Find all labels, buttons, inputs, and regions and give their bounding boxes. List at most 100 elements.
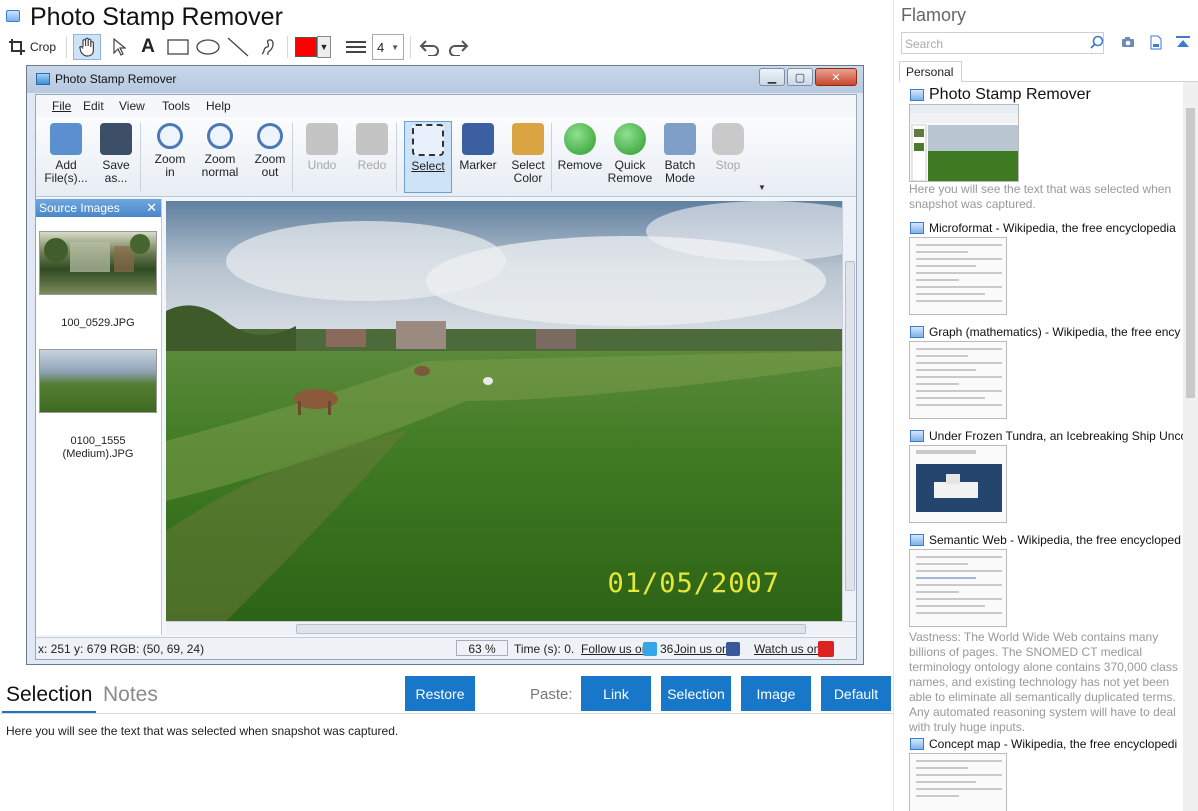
crop-label: Crop [29, 40, 56, 54]
color-swatch [295, 37, 317, 57]
tab-selection[interactable]: Selection [6, 683, 92, 707]
ribbon-button-label: Select [411, 159, 445, 173]
ribbon-button[interactable]: Redo [348, 121, 396, 193]
line-tool-button[interactable] [225, 34, 251, 60]
twitter-icon [643, 642, 657, 656]
search-input[interactable]: Search [901, 32, 1104, 54]
paste-selection-button[interactable]: Selection [661, 676, 731, 711]
paste-link-button[interactable]: Link [581, 676, 651, 711]
ribbon-button[interactable]: Remove [556, 121, 604, 193]
ribbon-button-label: Select Color [511, 158, 545, 185]
captured-screenshot[interactable]: Photo Stamp Remover ▁ ▢ ✕ File Edit View… [26, 65, 864, 665]
ribbon-button-label: Quick Remove [607, 158, 653, 185]
freehand-tool-button[interactable] [255, 34, 281, 60]
ribbon-button-label: Undo [307, 158, 337, 172]
item-thumbnail [909, 753, 1007, 811]
snapshot-icon [910, 326, 924, 338]
ribbon-button[interactable]: Stop [704, 121, 752, 193]
close-icon: ✕ [815, 68, 857, 86]
ribbon-button-label: Redo [357, 158, 387, 172]
ribbon-button[interactable]: Batch Mode [656, 121, 704, 193]
item-thumbnail [909, 445, 1007, 523]
hand-icon [79, 37, 94, 57]
source-thumbnail [39, 231, 157, 295]
save-icon [100, 123, 132, 155]
landscape-photo [166, 201, 842, 621]
menu-file: File [52, 99, 72, 113]
search-icon[interactable] [1090, 35, 1104, 49]
ribbon-button[interactable]: Zoom out [246, 121, 294, 193]
collapse-top-icon[interactable] [1175, 35, 1191, 51]
sidebar-scrollbar[interactable] [1183, 82, 1198, 811]
photo-canvas[interactable]: 01/05/2007 [166, 201, 842, 621]
color-picker[interactable]: ▼ [293, 34, 333, 60]
ribbon-button[interactable]: Quick Remove [606, 121, 654, 193]
item-title: Photo Stamp Remover [929, 86, 1091, 103]
crop-button[interactable]: Crop [6, 34, 58, 60]
horizontal-scrollbar[interactable] [166, 621, 856, 635]
redo-button[interactable] [446, 34, 472, 60]
hand-tool-button[interactable] [73, 34, 101, 60]
ribbon-button[interactable]: Zoom normal [196, 121, 244, 193]
source-images-title: Source Images [39, 201, 120, 215]
snapshot-editor: Photo Stamp Remover Crop A ▼ 4 ▼ Photo S… [0, 0, 893, 811]
menu-view: View [119, 99, 145, 113]
camera-icon[interactable] [1120, 35, 1136, 51]
item-title: Semantic Web - Wikipedia, the free encyc… [929, 533, 1181, 547]
snapshot-icon [6, 10, 20, 22]
redo-icon [356, 123, 388, 155]
item-description: Here you will see the text that was sele… [909, 182, 1172, 211]
source-thumbnail [39, 349, 157, 413]
rectangle-tool-button[interactable] [165, 34, 191, 60]
line-width-value: 4 [377, 39, 385, 55]
ribbon-button-label: Save as... [102, 158, 130, 185]
item-title: Microformat - Wikipedia, the free encycl… [929, 221, 1176, 235]
line-width-select[interactable]: 4 ▼ [372, 34, 404, 60]
pointer-icon [113, 38, 126, 56]
menu-bar: File Edit View Tools Help [36, 95, 856, 117]
text-tool-button[interactable]: A [136, 34, 160, 60]
search-placeholder: Search [905, 37, 944, 51]
selection-text[interactable]: Here you will see the text that was sele… [6, 724, 398, 738]
redo-icon [449, 40, 469, 56]
ribbon-button[interactable]: Save as... [92, 121, 140, 193]
ribbon-button[interactable]: Add File(s)... [42, 121, 90, 193]
facebook-icon [726, 642, 740, 656]
chevron-down-icon: ▼ [391, 42, 399, 52]
item-title: Graph (mathematics) - Wikipedia, the fre… [929, 325, 1181, 339]
ribbon-button[interactable]: Marker [454, 121, 502, 193]
ribbon-button-label: Stop [715, 158, 741, 172]
ribbon-button[interactable]: Select [404, 121, 452, 193]
paste-label: Paste: [530, 686, 573, 703]
follow-link: Follow us on [581, 642, 649, 656]
undo-button[interactable] [416, 34, 442, 60]
snapshot-icon [910, 222, 924, 234]
close-icon: ✕ [146, 200, 157, 215]
tab-personal[interactable]: Personal [899, 61, 962, 82]
tab-notes[interactable]: Notes [103, 683, 158, 707]
rectangle-icon [167, 39, 189, 55]
stop-icon [712, 123, 744, 155]
watch-link: Watch us on [754, 642, 821, 656]
snapshot-icon [910, 534, 924, 546]
document-icon[interactable] [1148, 35, 1164, 51]
ribbon-button[interactable]: Zoom in [146, 121, 194, 193]
zoom-normal-icon [207, 123, 233, 149]
quick-remove-icon [614, 123, 646, 155]
restore-button[interactable]: Restore [405, 676, 475, 711]
source-image-name: 0100_1555 (Medium).JPG [62, 435, 134, 460]
paste-default-button[interactable]: Default [821, 676, 891, 711]
ribbon-button[interactable]: Select Color [504, 121, 552, 193]
menu-edit: Edit [83, 99, 104, 113]
paste-image-button[interactable]: Image [741, 676, 811, 711]
ellipse-tool-button[interactable] [195, 34, 221, 60]
undo-icon [419, 40, 439, 56]
youtube-icon [818, 641, 834, 657]
snapshot-list: Photo Stamp Remover Here you will see th… [894, 82, 1183, 811]
ribbon-button[interactable]: Undo [298, 121, 346, 193]
zoom-in-icon [157, 123, 183, 149]
vertical-scrollbar[interactable] [842, 201, 856, 621]
line-icon [227, 37, 249, 57]
pointer-tool-button[interactable] [106, 34, 132, 60]
chevron-down-icon: ▼ [317, 36, 331, 58]
